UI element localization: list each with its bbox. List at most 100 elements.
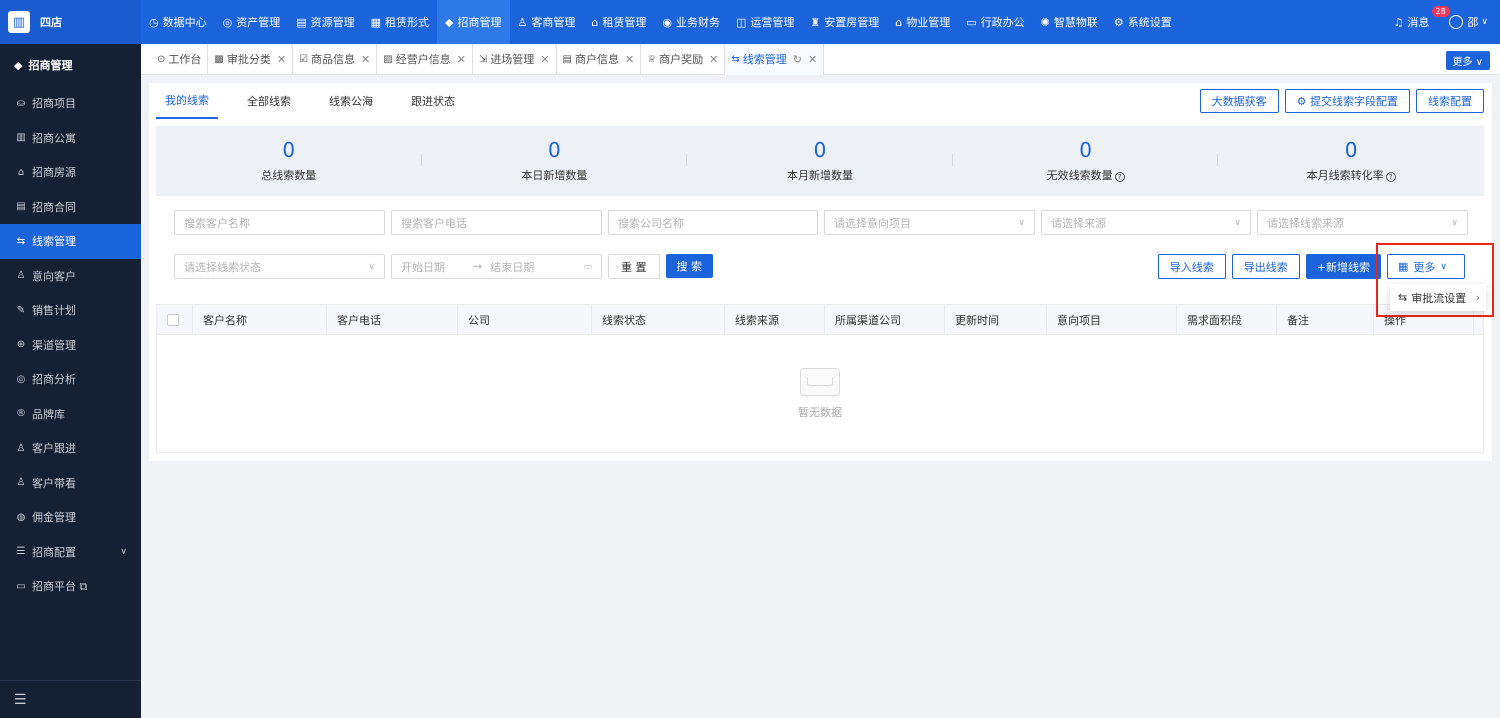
more-dropdown-menu[interactable]: ⇆ 审批流设置 ›: [1390, 284, 1486, 311]
sub-tab[interactable]: 全部线索: [238, 83, 300, 119]
submit-field-config-button[interactable]: ⚙ 提交线索字段配置: [1284, 89, 1410, 113]
sidebar-item[interactable]: ▤ 招商合同: [0, 190, 141, 225]
clue-config-button[interactable]: 线索配置: [1416, 89, 1484, 113]
customer-name-input[interactable]: 搜索客户名称: [174, 210, 385, 235]
sidebar-item[interactable]: ⛀ 招商项目: [0, 86, 141, 121]
stat-label: 总线索数量: [261, 169, 317, 182]
company-name-input[interactable]: 搜索公司名称: [608, 210, 818, 235]
stat-label-row: 本日新增数量: [521, 167, 587, 183]
select-all-checkbox[interactable]: [167, 313, 179, 326]
sidebar-item[interactable]: ◎ 招商分析: [0, 362, 141, 397]
help-icon[interactable]: ?: [1114, 172, 1125, 182]
page-tab[interactable]: ⊙ 工作台: [151, 43, 209, 75]
topnav-item[interactable]: ▦ 租赁形式: [363, 0, 437, 44]
page-tab[interactable]: ♕ 商户奖励 ✕: [641, 43, 726, 75]
refresh-icon[interactable]: ↻: [793, 53, 802, 66]
clue-source-select[interactable]: 请选择线索来源 ∨: [1257, 210, 1468, 235]
close-icon[interactable]: ✕: [709, 53, 718, 66]
topnav-item[interactable]: ✺ 智慧物联: [1033, 0, 1106, 44]
sidebar-item[interactable]: ▥ 招商公寓: [0, 121, 141, 156]
start-date[interactable]: 开始日期: [401, 259, 445, 275]
close-icon[interactable]: ✕: [540, 53, 549, 66]
topnav-item[interactable]: ⌂ 租赁管理: [583, 0, 654, 44]
sidebar-item-label: 招商配置: [32, 545, 76, 559]
page-tab[interactable]: ▤ 商户信息 ✕: [557, 43, 642, 75]
sidebar-item-label: 渠道管理: [32, 338, 76, 352]
arrow-right-icon: →: [473, 260, 483, 273]
topnav-item[interactable]: ▤ 资源管理: [288, 0, 362, 44]
close-icon[interactable]: ✕: [277, 53, 286, 66]
topnav-icon: ▤: [296, 15, 307, 29]
sidebar-item[interactable]: ⌂ 招商房源: [0, 155, 141, 190]
clue-table: 客户名称 客户电话 公司 线索状态 线索来源 所属渠道公司 更新时间 意向项目 需求面积段 备注操…: [156, 304, 1484, 453]
sidebar-item[interactable]: ® 品牌库: [0, 397, 141, 432]
topnav-item[interactable]: ◷ 数据中心: [141, 0, 215, 44]
topnav-icon: ◎: [222, 15, 233, 29]
page-tab[interactable]: ⇆ 线索管理 ↻ ✕: [725, 43, 825, 75]
sub-tab[interactable]: 线索公海: [320, 83, 382, 119]
close-icon[interactable]: ✕: [625, 53, 634, 66]
topnav-item[interactable]: ◉ 业务财务: [654, 0, 728, 44]
topnav-item[interactable]: ⌂ 物业管理: [887, 0, 958, 44]
reset-button[interactable]: 重 置: [608, 254, 660, 279]
sidebar-item[interactable]: ⇆ 线索管理: [0, 224, 141, 259]
sidebar-item[interactable]: ▭ 招商平台 ⧉: [0, 569, 141, 604]
sidebar-item[interactable]: ◍ 佣金管理: [0, 500, 141, 535]
sidebar-item[interactable]: ♙ 客户带看: [0, 466, 141, 501]
close-icon[interactable]: ✕: [361, 53, 370, 66]
stats-panel: 0 总线索数量 0 本日新增数量 0 本月新增数量 0 无效线索数量? 0 本月线索转化率?: [156, 126, 1484, 196]
sidebar-item-icon: ✎: [16, 304, 26, 316]
sidebar-item[interactable]: ✎ 销售计划: [0, 293, 141, 328]
approval-flow-settings-item[interactable]: 审批流设置: [1411, 290, 1466, 306]
topnav-item[interactable]: ▭ 行政办公: [958, 0, 1032, 44]
sidebar-item-label: 客户带看: [32, 476, 76, 490]
export-clues-button[interactable]: 导出线索: [1231, 254, 1300, 279]
select-all-cell: [157, 304, 193, 335]
stat-value: 0: [1079, 138, 1092, 162]
close-icon[interactable]: ✕: [457, 53, 466, 66]
search-button[interactable]: 搜 索: [665, 254, 713, 278]
page-tab[interactable]: ▩ 审批分类 ✕: [208, 43, 294, 75]
user-menu[interactable]: 邵 ∨: [1449, 14, 1488, 30]
topnav-item[interactable]: ♜ 安置房管理: [802, 0, 887, 44]
sidebar-item-label: 招商房源: [32, 166, 76, 180]
topnav-item[interactable]: ♙ 客商管理: [510, 0, 584, 44]
brand[interactable]: ▥ 四店: [0, 0, 141, 44]
project-select[interactable]: 请选择意向项目 ∨: [824, 210, 1035, 235]
messages-button[interactable]: ♫ 消息 28: [1394, 6, 1450, 30]
topnav-item[interactable]: ◆ 招商管理: [437, 0, 510, 44]
big-data-button[interactable]: 大数据获客: [1199, 89, 1279, 113]
close-icon[interactable]: ✕: [808, 53, 817, 66]
customer-phone-input[interactable]: 搜索客户电话: [391, 210, 602, 235]
stat-value: 0: [282, 138, 296, 162]
sidebar-item-label: 销售计划: [32, 304, 76, 318]
sub-tab[interactable]: 我的线索: [156, 83, 218, 119]
stat-card: 0 无效线索数量?: [953, 126, 1219, 196]
topnav-item[interactable]: ⚙ 系统设置: [1106, 0, 1180, 44]
help-icon[interactable]: ?: [1385, 172, 1396, 182]
sidebar-item[interactable]: ☰ 招商配置 ∨: [0, 535, 141, 570]
sidebar-item[interactable]: ⊛ 渠道管理: [0, 328, 141, 363]
end-date[interactable]: 结束日期: [490, 259, 534, 275]
stat-label: 本月线索转化率: [1306, 169, 1384, 182]
add-clue-button[interactable]: +新增线索: [1305, 254, 1381, 279]
sidebar-item-label: 客户跟进: [32, 442, 76, 456]
sidebar-item[interactable]: ♙ 客户跟进: [0, 431, 141, 466]
sidebar-item-icon: ▤: [16, 201, 26, 213]
topnav-item[interactable]: ◎ 资产管理: [215, 0, 289, 44]
sub-tab[interactable]: 跟进状态: [402, 83, 464, 119]
top-right: ♫ 消息 28 邵 ∨: [1394, 0, 1488, 44]
page-tab[interactable]: ☑ 商品信息 ✕: [293, 43, 378, 75]
collapse-menu-button[interactable]: ☰: [0, 680, 141, 718]
import-clues-button[interactable]: 导入线索: [1157, 254, 1226, 279]
page-tab[interactable]: ⇲ 进场管理 ✕: [473, 43, 557, 75]
source-select[interactable]: 请选择来源 ∨: [1041, 210, 1251, 235]
topnav-label: 安置房管理: [824, 16, 880, 29]
tab-label: 审批分类: [226, 53, 271, 66]
sidebar-item[interactable]: ♙ 意向客户: [0, 259, 141, 294]
tabs-more-button[interactable]: 更多 ∨: [1445, 51, 1490, 70]
page-tab[interactable]: ▨ 经营户信息 ✕: [377, 43, 473, 75]
topnav-item[interactable]: ◫ 运营管理: [728, 0, 802, 44]
clue-status-select[interactable]: 请选择线索状态 ∨: [174, 254, 385, 279]
date-range-picker[interactable]: 开始日期 → 结束日期 ▭: [391, 254, 602, 279]
